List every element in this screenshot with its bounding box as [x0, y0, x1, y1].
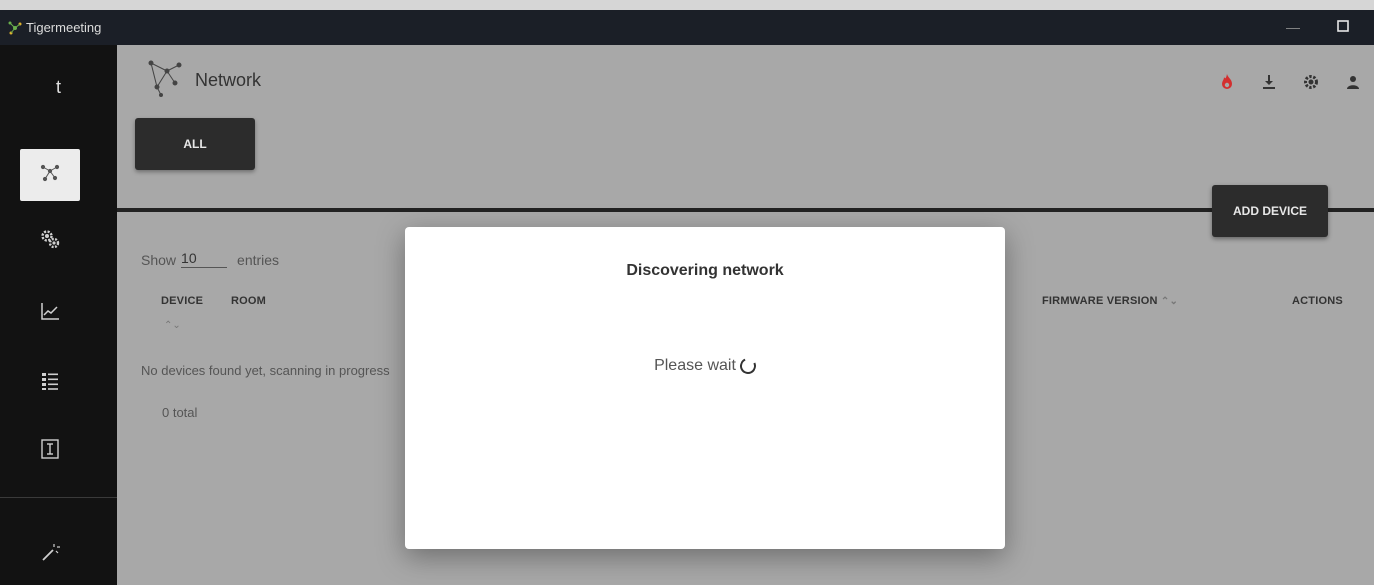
- add-device-button[interactable]: ADD DEVICE: [1212, 185, 1328, 237]
- card-top-border: [117, 208, 1374, 212]
- column-header-room[interactable]: ROOM: [231, 295, 266, 307]
- sidebar-item-network[interactable]: [20, 149, 80, 201]
- column-header-actions: ACTIONS: [1292, 295, 1343, 307]
- user-icon[interactable]: [1332, 70, 1374, 94]
- sort-icon[interactable]: ⌃⌄: [1161, 296, 1178, 307]
- list-icon: [39, 370, 61, 397]
- text-cursor-icon: [39, 438, 61, 465]
- sidebar-item-settings[interactable]: [20, 215, 80, 267]
- show-label: Show: [141, 252, 177, 268]
- dialog-title: Discovering network: [626, 262, 784, 279]
- entries-control: Show entries: [141, 250, 279, 268]
- gears-icon: [38, 227, 62, 256]
- app-logo-icon: [6, 19, 24, 37]
- column-header-firmware[interactable]: FIRMWARE VERSION ⌃⌄: [1042, 295, 1178, 307]
- title-bar: Tigermeeting —: [0, 10, 1374, 45]
- sidebar-item-statistics[interactable]: [20, 287, 80, 339]
- dialog-body: Please wait: [405, 355, 1005, 377]
- maximize-button[interactable]: [1336, 19, 1352, 35]
- top-strip: [0, 0, 1374, 10]
- network-icon: [39, 162, 61, 189]
- empty-table-message: No devices found yet, scanning in progre…: [141, 363, 390, 378]
- sidebar-brand-letter: t: [55, 77, 61, 97]
- sidebar-divider: [0, 497, 117, 498]
- sidebar: t: [0, 45, 117, 585]
- entries-select[interactable]: [181, 250, 228, 268]
- sidebar-item-list[interactable]: [20, 357, 80, 409]
- sidebar-item-text[interactable]: [20, 425, 80, 477]
- settings-icon[interactable]: [1290, 70, 1332, 94]
- sort-icon[interactable]: ⌃⌄: [164, 320, 181, 331]
- magic-wand-icon: [39, 541, 61, 568]
- firmware-label: FIRMWARE VERSION: [1042, 295, 1158, 307]
- discovering-dialog: Discovering network Please wait: [405, 227, 1005, 549]
- chart-icon: [39, 300, 61, 327]
- page-title: Network: [195, 70, 262, 90]
- app-title: Tigermeeting: [26, 20, 102, 35]
- download-icon[interactable]: [1248, 70, 1290, 94]
- fire-icon[interactable]: [1206, 70, 1248, 94]
- network-icon: [145, 57, 189, 97]
- sidebar-item-wizard[interactable]: [20, 528, 80, 580]
- column-header-device[interactable]: DEVICE: [161, 295, 203, 307]
- entries-label: entries: [237, 252, 280, 268]
- minimize-button[interactable]: —: [1284, 18, 1302, 36]
- header-toolbar: [1206, 70, 1374, 94]
- loading-spinner-icon: [737, 355, 759, 377]
- total-count: 0 total: [162, 405, 198, 420]
- please-wait-text: Please wait: [654, 357, 736, 374]
- filter-all-button[interactable]: ALL: [135, 118, 255, 170]
